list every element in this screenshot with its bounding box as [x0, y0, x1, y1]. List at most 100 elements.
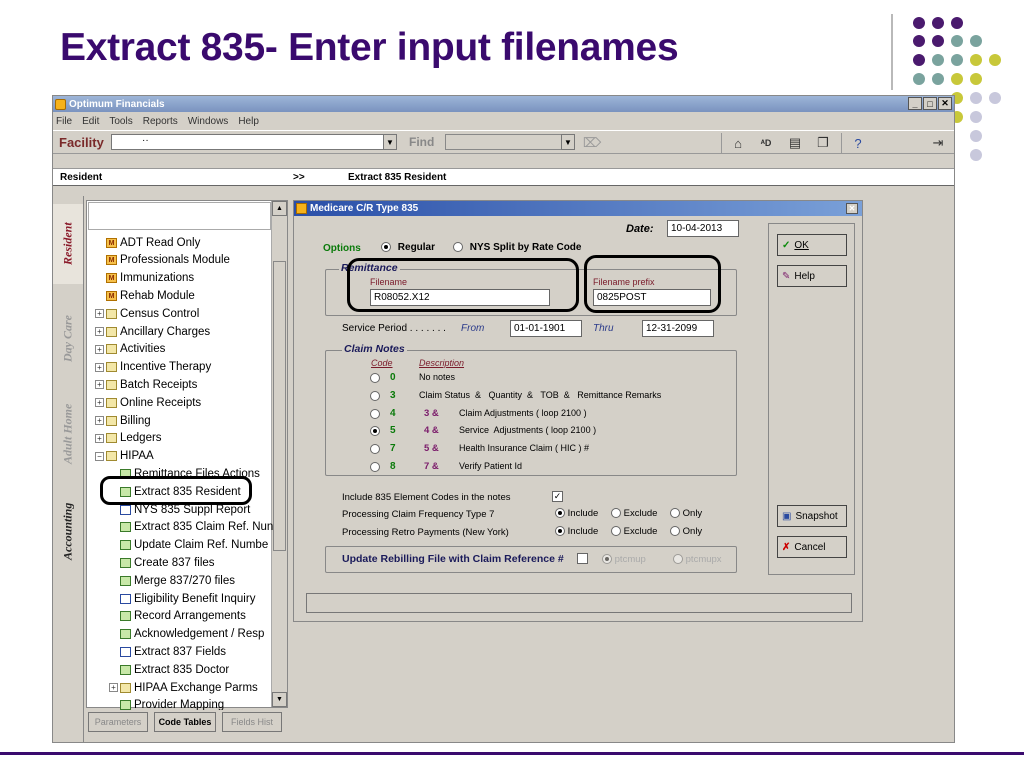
tree-item[interactable]: + Census Control — [95, 305, 199, 322]
tab-adult-home[interactable]: Adult Home — [53, 384, 83, 484]
tree-item[interactable]: Eligibility Benefit Inquiry — [109, 590, 255, 607]
close-button[interactable]: ✕ — [938, 97, 952, 110]
rebill-checkbox[interactable] — [577, 553, 588, 564]
scroll-up-button[interactable]: ▲ — [272, 201, 287, 216]
ptcmupx-radio[interactable] — [673, 554, 683, 565]
tree-item-label: Incentive Therapy — [120, 361, 212, 374]
claim-code-radio[interactable] — [370, 373, 380, 383]
tab-day-care[interactable]: Day Care — [53, 294, 83, 384]
facility-dropdown-button[interactable]: ▼ — [383, 134, 397, 150]
expand-toggle-icon[interactable]: + — [95, 362, 104, 372]
help-icon[interactable]: ? — [849, 134, 867, 152]
menu-help[interactable]: Help — [238, 116, 259, 127]
include-835-checkbox[interactable]: ✓ — [552, 491, 563, 502]
window-icon[interactable]: ❐ — [814, 134, 832, 152]
tab-accounting[interactable]: Accounting — [53, 486, 83, 576]
tree-item[interactable]: Create 837 files — [109, 554, 215, 571]
claim-code-radio[interactable] — [370, 390, 380, 401]
tree-item[interactable]: − HIPAA — [95, 448, 154, 465]
tree-item[interactable]: M ADT Read Only — [95, 234, 200, 251]
fields-hist-button[interactable]: Fields Hist — [222, 712, 282, 732]
doc-icon — [120, 664, 131, 675]
claim-notes-title: Claim Notes — [342, 343, 407, 355]
tag-icon[interactable]: ⌦ — [583, 134, 601, 152]
menu-tools[interactable]: Tools — [109, 116, 132, 127]
tree-item[interactable]: Extract 835 Claim Ref. Nun — [109, 519, 273, 536]
options-label: Options — [323, 243, 361, 254]
menu-file[interactable]: File — [56, 116, 72, 127]
rebill-label: Update Rebilling File with Claim Referen… — [342, 553, 564, 565]
regular-radio[interactable] — [381, 242, 391, 253]
tree-item[interactable]: Extract 835 Doctor — [109, 661, 229, 678]
dialog-close-button[interactable]: ✕ — [846, 203, 858, 214]
menu-reports[interactable]: Reports — [143, 116, 178, 127]
date-input[interactable]: 10-04-2013 — [667, 220, 739, 237]
slide-title: Extract 835- Enter input filenames — [60, 26, 679, 69]
tree-item[interactable]: + Billing — [95, 412, 151, 429]
from-date-input[interactable]: 01-01-1901 — [510, 320, 582, 337]
freq7-include-radio[interactable] — [555, 508, 565, 519]
tree-item[interactable]: + Incentive Therapy — [95, 359, 211, 376]
find-dropdown-button[interactable]: ▼ — [561, 134, 575, 150]
menu-windows[interactable]: Windows — [188, 116, 229, 127]
tree-item[interactable]: + Ledgers — [95, 430, 162, 447]
retro-include-radio[interactable] — [555, 526, 565, 537]
document-icon[interactable]: ▤ — [786, 134, 804, 152]
expand-toggle-icon[interactable]: + — [95, 433, 104, 443]
tree-item[interactable]: + Batch Receipts — [95, 376, 197, 393]
help-button[interactable]: ✎ Help — [777, 265, 847, 287]
sort-az-icon[interactable]: ᴬD — [757, 134, 775, 152]
tree-item-label: ADT Read Only — [120, 236, 201, 249]
expand-toggle-icon[interactable]: + — [95, 344, 104, 354]
expand-toggle-icon[interactable]: + — [95, 327, 104, 336]
tree-item[interactable]: + Activities — [95, 341, 165, 358]
expand-toggle-icon[interactable]: + — [95, 380, 104, 390]
include-835-label: Include 835 Element Codes in the notes — [342, 492, 511, 503]
parameters-button[interactable]: Parameters — [88, 712, 148, 732]
ok-button[interactable]: ✓ OK — [777, 234, 847, 256]
header-arrow: >> — [293, 171, 305, 183]
tree-item[interactable]: Acknowledgement / Resp — [109, 626, 264, 643]
expand-toggle-icon[interactable]: − — [95, 451, 104, 461]
tree-item[interactable]: M Immunizations — [95, 270, 194, 287]
find-input[interactable] — [445, 134, 573, 150]
cancel-button[interactable]: ✗ Cancel — [777, 536, 847, 558]
tree-item[interactable]: Merge 837/270 files — [109, 572, 235, 589]
facility-input[interactable]: ·· — [111, 134, 396, 150]
retro-exclude-radio[interactable] — [611, 526, 621, 537]
tree-item[interactable]: + Ancillary Charges — [95, 323, 210, 340]
scroll-thumb[interactable] — [273, 261, 286, 551]
menu-edit[interactable]: Edit — [82, 116, 99, 127]
tree-item[interactable]: Record Arrangements — [109, 608, 246, 625]
snapshot-button[interactable]: ▣ Snapshot — [777, 505, 847, 527]
tree-item[interactable]: Extract 837 Fields — [109, 643, 226, 660]
thru-date-input[interactable]: 12-31-2099 — [642, 320, 714, 337]
ptcmup-radio[interactable] — [602, 554, 612, 565]
minimize-button[interactable]: _ — [908, 97, 922, 110]
app-titlebar[interactable]: Optimum Financials _ □ ✕ — [53, 96, 954, 112]
tree-item[interactable]: M Professionals Module — [95, 252, 230, 269]
code-tables-button[interactable]: Code Tables — [154, 712, 216, 732]
tree-item[interactable]: + HIPAA Exchange Parms — [109, 679, 258, 696]
tree-item[interactable]: M Rehab Module — [95, 287, 195, 304]
expand-toggle-icon[interactable]: + — [95, 416, 104, 425]
tree-item[interactable]: Update Claim Ref. Numbe — [109, 537, 268, 554]
tree-scrollbar[interactable]: ▲ ▼ — [271, 201, 287, 707]
menu-bar: File Edit Tools Reports Windows Help — [53, 112, 954, 130]
freq7-only-radio[interactable] — [670, 508, 680, 519]
expand-toggle-icon[interactable]: + — [109, 683, 118, 692]
retro-only-radio[interactable] — [670, 526, 680, 537]
expand-toggle-icon[interactable]: + — [95, 309, 104, 319]
exit-icon[interactable]: ⇥ — [929, 134, 947, 152]
claim-code-radio[interactable] — [370, 462, 380, 472]
scroll-down-button[interactable]: ▼ — [272, 692, 287, 707]
nys-split-radio[interactable] — [453, 242, 463, 253]
expand-toggle-icon[interactable]: + — [95, 398, 104, 408]
maximize-button[interactable]: □ — [923, 97, 937, 110]
freq7-exclude-radio[interactable] — [611, 508, 621, 519]
dialog-titlebar[interactable]: Medicare C/R Type 835 ✕ — [294, 201, 862, 216]
tab-resident[interactable]: Resident — [53, 204, 83, 284]
claim-code-radio[interactable] — [370, 408, 380, 419]
home-icon[interactable]: ⌂ — [729, 134, 747, 152]
tree-item[interactable]: + Online Receipts — [95, 394, 201, 411]
